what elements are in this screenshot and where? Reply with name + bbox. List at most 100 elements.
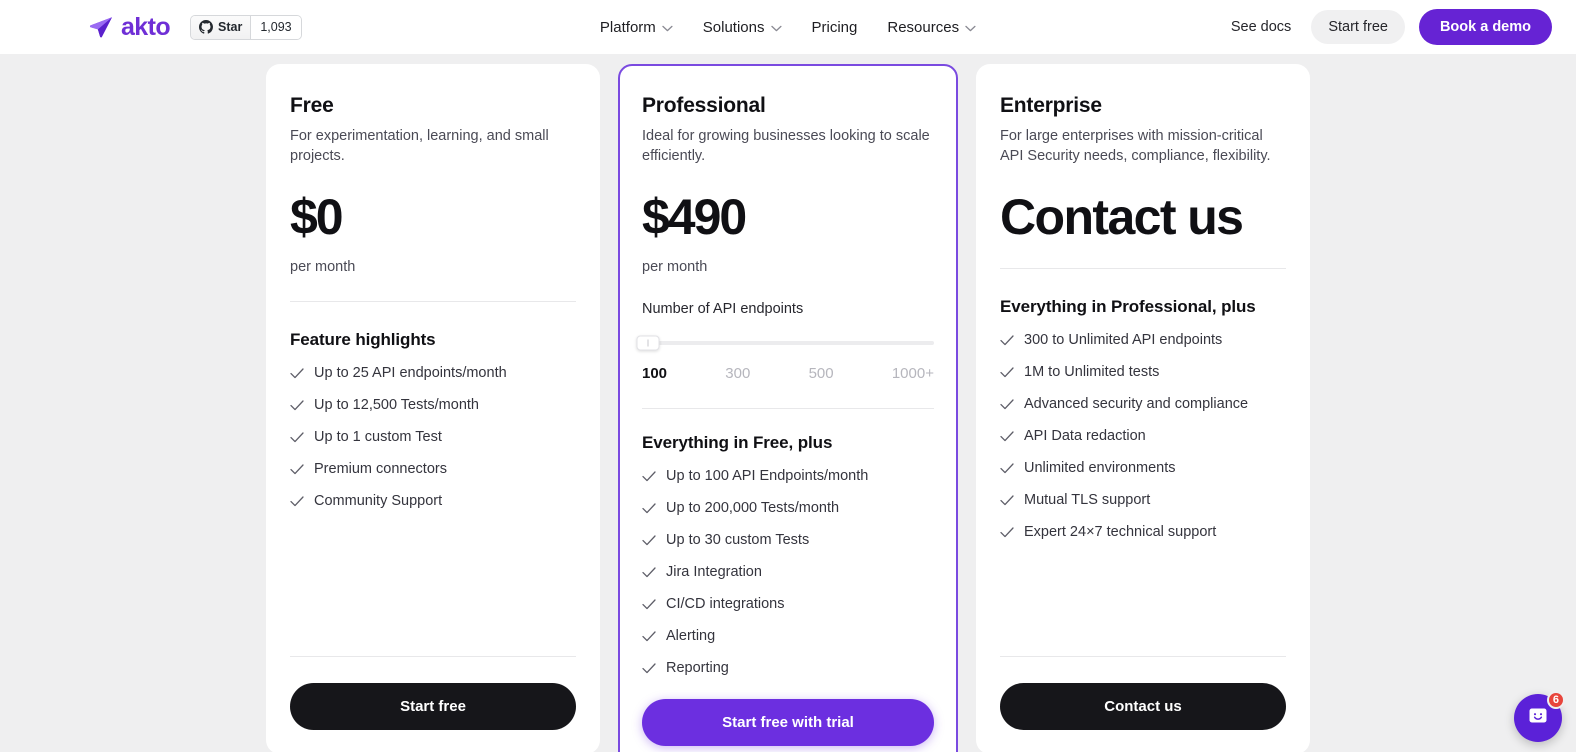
slider-tick-1000plus[interactable]: 1000+ — [892, 365, 934, 382]
list-item: 300 to Unlimited API endpoints — [1000, 331, 1286, 351]
check-icon — [642, 661, 656, 679]
feature-text: Jira Integration — [666, 564, 762, 580]
nav-item-pricing[interactable]: Pricing — [812, 20, 858, 35]
nav-item-platform[interactable]: Platform — [600, 20, 673, 35]
cta-wrapper: Contact us — [1000, 656, 1286, 730]
github-star-left: Star — [191, 15, 251, 39]
check-icon — [1000, 461, 1014, 479]
plan-description: Ideal for growing businesses looking to … — [642, 128, 930, 164]
slider-thumb[interactable] — [636, 335, 660, 351]
nav-item-label: Resources — [887, 18, 960, 36]
list-item: Community Support — [290, 492, 576, 512]
list-item: API Data redaction — [1000, 427, 1286, 447]
check-icon — [1000, 493, 1014, 511]
nav-item-solutions[interactable]: Solutions — [703, 20, 782, 35]
contact-us-button[interactable]: Contact us — [1000, 683, 1286, 730]
feature-text: Premium connectors — [314, 461, 447, 477]
list-item: Up to 25 API endpoints/month — [290, 364, 576, 384]
chat-bubble-icon — [1526, 704, 1550, 733]
feature-text: CI/CD integrations — [666, 596, 785, 612]
features-title: Everything in Free, plus — [642, 433, 833, 452]
feature-text: Unlimited environments — [1024, 460, 1176, 476]
list-item: Reporting — [642, 659, 934, 679]
plan-price: $490 — [642, 189, 747, 245]
check-icon — [642, 469, 656, 487]
chat-unread-badge: 6 — [1546, 691, 1565, 709]
nav-item-resources[interactable]: Resources — [887, 20, 976, 35]
feature-text: Expert 24×7 technical support — [1024, 524, 1217, 540]
check-icon — [642, 597, 656, 615]
feature-text: API Data redaction — [1024, 428, 1146, 444]
slider-track[interactable] — [642, 341, 934, 345]
list-item: Unlimited environments — [1000, 459, 1286, 479]
feature-text: Advanced security and compliance — [1024, 396, 1249, 412]
feature-text: Up to 25 API endpoints/month — [314, 365, 507, 381]
see-docs-link[interactable]: See docs — [1225, 19, 1297, 35]
plan-price: Contact us — [1000, 189, 1244, 245]
feature-text: Up to 12,500 Tests/month — [314, 397, 479, 413]
slider-label: Number of API endpoints — [642, 301, 804, 317]
list-item: Jira Integration — [642, 563, 934, 583]
start-free-button[interactable]: Start free — [290, 683, 576, 730]
plan-description: For large enterprises with mission-criti… — [1000, 128, 1271, 164]
list-item: Mutual TLS support — [1000, 491, 1286, 511]
paper-plane-icon — [88, 14, 114, 40]
feature-text: Reporting — [666, 660, 729, 676]
start-free-with-trial-button[interactable]: Start free with trial — [642, 699, 934, 746]
feature-text: Up to 200,000 Tests/month — [666, 500, 840, 516]
check-icon — [1000, 333, 1014, 351]
brand-logo[interactable]: akto — [88, 12, 171, 41]
github-star-label: Star — [218, 19, 243, 34]
plan-price: $0 — [290, 189, 344, 245]
chevron-down-icon — [770, 20, 782, 35]
list-item: Up to 200,000 Tests/month — [642, 499, 934, 519]
plan-name: Enterprise — [1000, 94, 1102, 117]
check-icon — [1000, 429, 1014, 447]
check-icon — [1000, 365, 1014, 383]
list-item: Up to 30 custom Tests — [642, 531, 934, 551]
plan-description: For experimentation, learning, and small… — [290, 128, 549, 164]
nav-item-label: Pricing — [811, 18, 858, 36]
brand-name: akto — [121, 12, 171, 41]
cta-wrapper: Start free — [290, 656, 576, 730]
chevron-down-icon — [965, 20, 976, 35]
list-item: Expert 24×7 technical support — [1000, 523, 1286, 543]
check-icon — [290, 462, 304, 480]
book-demo-button[interactable]: Book a demo — [1418, 9, 1552, 45]
list-item: Up to 1 custom Test — [290, 428, 576, 448]
header-actions: See docs Start free Book a demo — [1225, 9, 1552, 45]
pricing-card-enterprise: Enterprise For large enterprises with mi… — [976, 64, 1310, 752]
pricing-card-free: Free For experimentation, learning, and … — [266, 64, 600, 752]
chat-launcher-button[interactable]: 6 — [1514, 691, 1565, 742]
check-icon — [290, 494, 304, 512]
check-icon — [290, 366, 304, 384]
divider — [1000, 268, 1286, 269]
features-title: Everything in Professional, plus — [1000, 297, 1256, 316]
feature-text: Up to 100 API Endpoints/month — [666, 468, 869, 484]
slider-tick-300[interactable]: 300 — [725, 365, 750, 382]
slider-tick-100[interactable]: 100 — [642, 365, 667, 382]
site-header: akto Star 1,093 Platform Solutions Prici… — [0, 0, 1576, 54]
features-title: Feature highlights — [290, 330, 436, 349]
endpoints-slider[interactable] — [636, 335, 934, 351]
list-item: CI/CD integrations — [642, 595, 934, 615]
plan-price-period: per month — [290, 259, 356, 275]
chevron-down-icon — [662, 20, 673, 35]
feature-text: Up to 30 custom Tests — [666, 532, 810, 548]
check-icon — [1000, 525, 1014, 543]
divider — [290, 301, 576, 302]
cta-wrapper: Start free with trial — [642, 679, 934, 746]
plan-name: Professional — [642, 94, 766, 117]
primary-nav: Platform Solutions Pricing Resources — [600, 20, 976, 35]
pricing-cards: Free For experimentation, learning, and … — [0, 54, 1576, 752]
github-icon — [199, 20, 214, 34]
list-item: Alerting — [642, 627, 934, 647]
list-item: 1M to Unlimited tests — [1000, 363, 1286, 383]
feature-list: Up to 100 API Endpoints/month Up to 200,… — [642, 467, 934, 679]
check-icon — [642, 629, 656, 647]
pricing-card-professional: Professional Ideal for growing businesse… — [618, 64, 958, 752]
slider-tick-500[interactable]: 500 — [809, 365, 834, 382]
github-star-button[interactable]: Star 1,093 — [190, 14, 302, 40]
start-free-nav-button[interactable]: Start free — [1311, 10, 1405, 44]
feature-text: 300 to Unlimited API endpoints — [1024, 332, 1223, 348]
